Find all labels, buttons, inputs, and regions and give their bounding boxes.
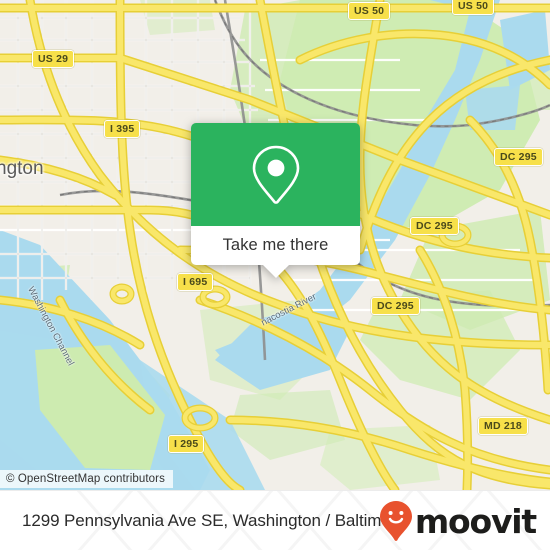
highway-shield-us-50[interactable]: US 50 [452, 0, 495, 15]
moovit-logo[interactable]: moovit [379, 500, 537, 542]
city-label-washington: ngton [0, 158, 44, 179]
highway-shield-md-218[interactable]: MD 218 [478, 417, 528, 435]
highway-shield-i-295[interactable]: I 295 [168, 435, 205, 453]
map-screenshot: Washington Channel nacostia River ngton … [0, 0, 550, 550]
footer-bar: 1299 Pennsylvania Ave SE, Washington / B… [0, 490, 550, 550]
highway-shield-i-695[interactable]: I 695 [177, 273, 214, 291]
take-me-there-label: Take me there [222, 236, 329, 254]
map-canvas[interactable]: Washington Channel nacostia River ngton … [0, 0, 550, 490]
highway-shield-dc-295[interactable]: DC 295 [494, 148, 543, 166]
marker-card-footer[interactable]: Take me there [191, 226, 360, 278]
highway-shield-us-29[interactable]: US 29 [32, 50, 75, 68]
address-label: 1299 Pennsylvania Ave SE, Washington / B… [22, 511, 406, 530]
highway-shield-dc-295[interactable]: DC 295 [371, 297, 420, 315]
highway-shield-dc-295[interactable]: DC 295 [410, 217, 459, 235]
marker-card-header [191, 123, 360, 226]
marker-card-pointer [262, 265, 289, 278]
moovit-smiley-pin-icon [379, 501, 412, 541]
location-pin-icon [252, 145, 299, 204]
location-marker-card[interactable]: Take me there [191, 123, 360, 278]
highway-shield-us-50[interactable]: US 50 [348, 2, 391, 20]
moovit-wordmark: moovit [414, 501, 537, 541]
highway-shield-i-395[interactable]: I 395 [104, 120, 141, 138]
osm-attribution[interactable]: © OpenStreetMap contributors [0, 470, 173, 488]
